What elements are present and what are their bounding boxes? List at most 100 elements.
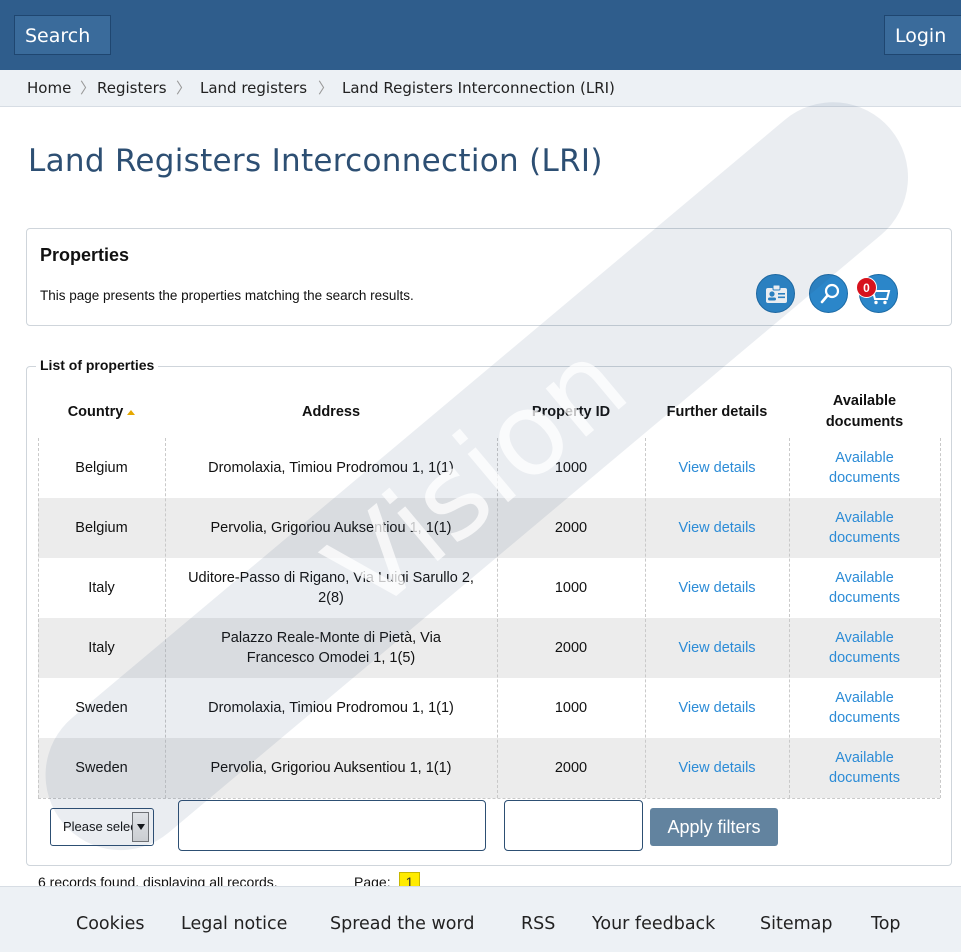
footer-link-cookies[interactable]: Cookies <box>76 914 145 934</box>
footer-link-rss[interactable]: RSS <box>521 914 555 934</box>
properties-panel: Properties This page presents the proper… <box>26 228 952 326</box>
cell-property-id-cell: 1000 <box>497 558 645 618</box>
column-header-address[interactable]: Address <box>165 404 497 420</box>
table-bottom-border <box>38 798 940 799</box>
country-filter-select[interactable]: Please select <box>50 808 154 846</box>
property-id-filter-input[interactable] <box>504 800 643 851</box>
login-button[interactable]: Login <box>884 15 961 55</box>
view-details-link-cell[interactable]: View details <box>645 618 789 678</box>
address-filter-input[interactable] <box>178 800 486 851</box>
column-divider <box>645 438 646 798</box>
cell-address-cell: Uditore-Passo di Rigano, Via Luigi Sarul… <box>165 558 497 618</box>
view-details-link[interactable]: View details <box>656 698 777 718</box>
magnifier-icon[interactable] <box>809 274 848 313</box>
cell-country-cell: Italy <box>38 618 165 678</box>
available-documents-link[interactable]: Available documents <box>789 568 940 608</box>
breadcrumb-separator-icon: 〉 <box>176 79 192 97</box>
cell-country: Sweden <box>75 700 128 716</box>
cell-address: Dromolaxia, Timiou Prodromou 1, 1(1) <box>208 460 454 476</box>
page-title: Land Registers Interconnection (LRI) <box>28 143 603 179</box>
view-details-link[interactable]: View details <box>656 578 777 598</box>
cell-property-id-cell: 2000 <box>497 498 645 558</box>
column-divider <box>38 438 39 798</box>
cell-property-id-cell: 1000 <box>497 438 645 498</box>
cell-property-id: 1000 <box>554 700 588 716</box>
cell-country-cell: Sweden <box>38 738 165 798</box>
view-details-link-cell[interactable]: View details <box>645 558 789 618</box>
breadcrumb-current: Land Registers Interconnection (LRI) <box>342 79 615 97</box>
list-legend: List of properties <box>36 357 159 373</box>
column-divider <box>940 438 941 798</box>
cell-property-id: 2000 <box>554 520 588 536</box>
available-documents-link[interactable]: Available documents <box>789 508 940 548</box>
dropdown-arrow-icon[interactable] <box>132 812 149 842</box>
available-documents-link-cell[interactable]: Available documents <box>789 498 940 558</box>
cell-country: Sweden <box>75 760 128 776</box>
table-row: Belgium Dromolaxia, Timiou Prodromou 1, 1… <box>38 438 940 498</box>
view-details-link-cell[interactable]: View details <box>645 738 789 798</box>
view-details-link-cell[interactable]: View details <box>645 438 789 498</box>
cart-count-badge: 0 <box>856 277 877 298</box>
table-row: Sweden Dromolaxia, Timiou Prodromou 1, 1(… <box>38 678 940 738</box>
footer-link-your-feedback[interactable]: Your feedback <box>592 914 715 934</box>
breadcrumb-separator-icon: 〉 <box>80 79 96 97</box>
column-divider <box>497 438 498 798</box>
available-documents-link-cell[interactable]: Available documents <box>789 618 940 678</box>
available-documents-link[interactable]: Available documents <box>789 688 940 728</box>
footer-link-spread-the-word[interactable]: Spread the word <box>330 914 475 934</box>
cell-property-id-cell: 2000 <box>497 738 645 798</box>
column-header-property-id[interactable]: Property ID <box>497 404 645 420</box>
cell-property-id-cell: 1000 <box>497 678 645 738</box>
cell-country: Italy <box>88 580 115 596</box>
footer-link-sitemap[interactable]: Sitemap <box>760 914 832 934</box>
cell-country-cell: Italy <box>38 558 165 618</box>
table-row: Italy Uditore-Passo di Rigano, Via Luigi … <box>38 558 940 618</box>
view-details-link[interactable]: View details <box>656 638 777 658</box>
cell-address-cell: Pervolia, Grigoriou Auksentiou 1, 1(1) <box>165 498 497 558</box>
available-documents-link-cell[interactable]: Available documents <box>789 438 940 498</box>
cell-address: Pervolia, Grigoriou Auksentiou 1, 1(1) <box>210 760 452 776</box>
column-header-country[interactable]: Country <box>38 404 165 420</box>
view-details-link[interactable]: View details <box>656 758 777 778</box>
column-header-available-documents: Available documents <box>789 391 940 433</box>
view-details-link[interactable]: View details <box>656 518 777 538</box>
available-documents-link[interactable]: Available documents <box>789 748 940 788</box>
cell-address: Uditore-Passo di Rigano, Via Luigi Sarul… <box>188 570 474 606</box>
column-header-further-details: Further details <box>666 404 768 420</box>
column-divider <box>789 438 790 798</box>
cell-country: Italy <box>88 640 115 656</box>
cell-address: Palazzo Reale-Monte di Pietà, Via France… <box>221 630 441 666</box>
cell-property-id-cell: 2000 <box>497 618 645 678</box>
cell-address: Dromolaxia, Timiou Prodromou 1, 1(1) <box>208 700 454 716</box>
table-row: Italy Palazzo Reale-Monte di Pietà, Via F… <box>38 618 940 678</box>
cell-property-id: 2000 <box>554 760 588 776</box>
available-documents-link-cell[interactable]: Available documents <box>789 678 940 738</box>
view-details-link-cell[interactable]: View details <box>645 678 789 738</box>
top-bar: Search Login <box>0 0 961 70</box>
available-documents-link[interactable]: Available documents <box>789 628 940 668</box>
available-documents-link-cell[interactable]: Available documents <box>789 738 940 798</box>
cell-property-id: 2000 <box>554 640 588 656</box>
search-button[interactable]: Search <box>14 15 111 55</box>
view-details-link[interactable]: View details <box>656 458 777 478</box>
view-details-link-cell[interactable]: View details <box>645 498 789 558</box>
available-documents-link-cell[interactable]: Available documents <box>789 558 940 618</box>
breadcrumb-registers[interactable]: Registers <box>97 70 167 106</box>
breadcrumb-home[interactable]: Home <box>27 70 71 106</box>
cell-address: Pervolia, Grigoriou Auksentiou 1, 1(1) <box>210 520 452 536</box>
table-row: Sweden Pervolia, Grigoriou Auksentiou 1, … <box>38 738 940 798</box>
apply-filters-button[interactable]: Apply filters <box>650 808 778 846</box>
cell-address-cell: Pervolia, Grigoriou Auksentiou 1, 1(1) <box>165 738 497 798</box>
breadcrumb-land-registers[interactable]: Land registers <box>200 70 307 106</box>
cell-country: Belgium <box>75 520 128 536</box>
cell-property-id: 1000 <box>554 460 588 476</box>
footer-link-legal-notice[interactable]: Legal notice <box>181 914 287 934</box>
breadcrumb-separator-icon: 〉 <box>318 79 334 97</box>
cell-property-id: 1000 <box>554 580 588 596</box>
footer-link-top[interactable]: Top <box>871 914 901 934</box>
breadcrumb: Home 〉 Registers 〉 Land registers 〉 Land… <box>0 70 961 107</box>
footer: Cookies Legal notice Spread the word RSS… <box>0 886 961 952</box>
id-card-icon[interactable] <box>756 274 795 313</box>
available-documents-link[interactable]: Available documents <box>789 448 940 488</box>
available-documents-header-label: Available documents <box>825 393 904 430</box>
